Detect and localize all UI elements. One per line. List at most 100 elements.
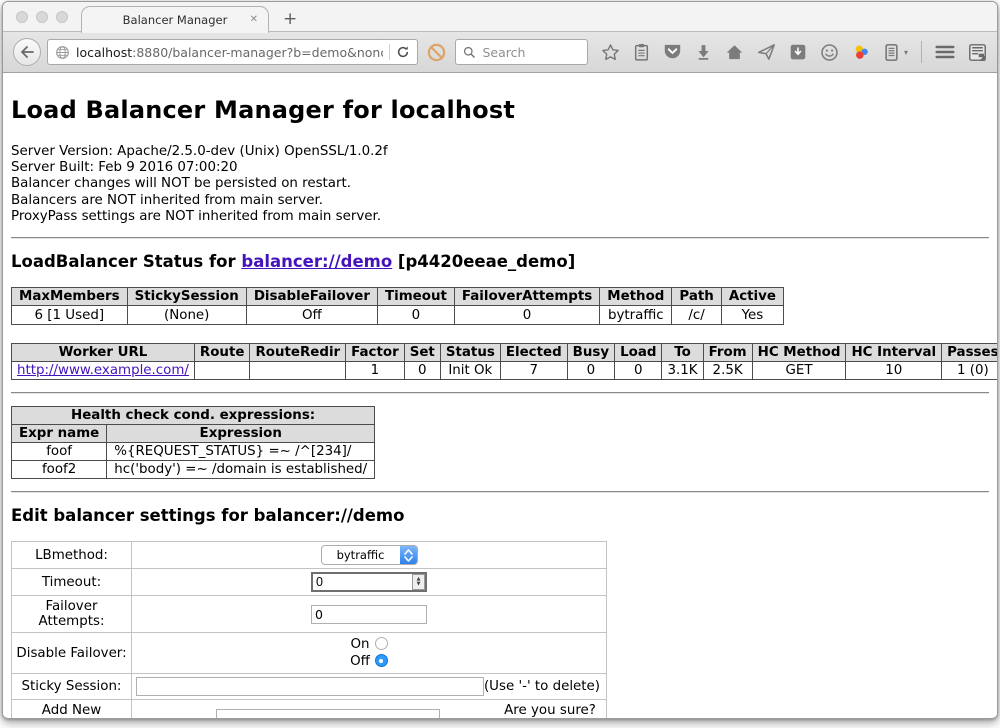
server-built-line: Server Built: Feb 9 2016 07:00:20 <box>11 160 989 176</box>
failover-attempts-row: Failover Attempts: <box>12 596 607 633</box>
edit-settings-heading: Edit balancer settings for balancer://de… <box>11 506 989 525</box>
page-content: Load Balancer Manager for localhost Serv… <box>3 73 997 719</box>
failover-off-label: Off <box>350 654 370 669</box>
search-icon <box>463 46 476 59</box>
column-header: Route <box>194 344 250 362</box>
back-button[interactable] <box>13 38 41 66</box>
lbmethod-selected-value: bytraffic <box>322 546 400 564</box>
tab-balancer-manager[interactable]: Balancer Manager ✕ <box>81 6 269 33</box>
url-path: :8880/balancer-manager?b=demo&nonce=decc… <box>132 45 383 60</box>
failover-attempts-input[interactable] <box>311 605 427 624</box>
sticky-session-row: Sticky Session: (Use '-' to delete) <box>12 674 607 700</box>
page-grid-icon[interactable] <box>968 43 987 62</box>
new-tab-button[interactable]: + <box>283 7 297 31</box>
failover-off-radio[interactable] <box>375 654 388 667</box>
status-heading-suffix: [p4420eeae_demo] <box>392 252 575 271</box>
page-title: Load Balancer Manager for localhost <box>11 96 989 124</box>
column-header: Expression <box>107 425 375 443</box>
column-header: Elected <box>500 344 567 362</box>
reload-icon[interactable] <box>396 45 410 59</box>
status-heading-prefix: LoadBalancer Status for <box>11 252 241 271</box>
table-cell <box>194 362 250 380</box>
add-worker-input[interactable] <box>216 709 440 719</box>
table-cell: 7 <box>500 362 567 380</box>
download-icon[interactable] <box>695 43 712 61</box>
table-cell: http://www.example.com/ <box>12 362 195 380</box>
header-row: Expr nameExpression <box>12 425 375 443</box>
menu-icon[interactable] <box>935 44 955 60</box>
column-header: HC Interval <box>846 344 942 362</box>
table-cell: GET <box>752 362 846 380</box>
server-version-line: Server Version: Apache/2.5.0-dev (Unix) … <box>11 144 989 160</box>
worker-url-link[interactable]: http://www.example.com/ <box>17 363 189 378</box>
sticky-session-input[interactable] <box>136 677 484 696</box>
table-row: foof%{REQUEST_STATUS} =~ /^[234]/ <box>12 443 375 461</box>
tab-close-icon[interactable]: ✕ <box>250 14 258 25</box>
sticky-session-hint: (Use '-' to delete) <box>484 679 602 694</box>
content-blocked-icon[interactable] <box>427 43 446 62</box>
smiley-icon[interactable] <box>820 43 839 62</box>
table-cell <box>250 362 346 380</box>
column-header: Factor <box>346 344 405 362</box>
column-header: MaxMembers <box>12 288 128 306</box>
search-bar[interactable]: Search <box>455 39 588 65</box>
column-header: DisableFailover <box>246 288 377 306</box>
are-you-sure-label: Are you sure? <box>504 703 596 718</box>
column-header: Busy <box>567 344 614 362</box>
add-worker-row: Add New Worker: Are you sure? <box>12 700 607 719</box>
worker-table: Worker URLRouteRouteRedirFactorSetStatus… <box>11 343 997 380</box>
table-cell: 2.5K <box>703 362 752 380</box>
tab-title: Balancer Manager <box>123 13 228 27</box>
table-cell: %{REQUEST_STATUS} =~ /^[234]/ <box>107 443 375 461</box>
column-header: FailoverAttempts <box>454 288 599 306</box>
url-divider <box>389 44 390 60</box>
clipboard-icon[interactable] <box>633 43 650 62</box>
send-icon[interactable] <box>757 43 776 61</box>
divider <box>11 491 989 493</box>
table-cell: foof <box>12 443 107 461</box>
url-bar[interactable]: localhost:8880/balancer-manager?b=demo&n… <box>47 39 418 65</box>
timeout-input[interactable] <box>311 572 427 592</box>
pocket-icon[interactable] <box>663 43 682 61</box>
failover-attempts-label: Failover Attempts: <box>12 596 132 633</box>
column-header: Path <box>672 288 721 306</box>
add-worker-label: Add New Worker: <box>12 700 132 719</box>
dropdown-caret-icon[interactable]: ▾ <box>904 48 908 57</box>
column-header: To <box>662 344 703 362</box>
header-row: Worker URLRouteRouteRedirFactorSetStatus… <box>12 344 998 362</box>
zoom-window-button[interactable] <box>56 11 68 23</box>
failover-on-radio[interactable] <box>375 637 388 650</box>
tab-bar: Balancer Manager ✕ + <box>3 2 997 32</box>
table-cell: bytraffic <box>600 306 672 325</box>
close-window-button[interactable] <box>16 11 28 23</box>
column-header: Worker URL <box>12 344 195 362</box>
screenshot-icon[interactable] <box>789 43 807 61</box>
navigation-toolbar: localhost:8880/balancer-manager?b=demo&n… <box>3 32 997 73</box>
lbmethod-select[interactable]: bytraffic <box>321 545 418 565</box>
colors-icon[interactable] <box>852 43 871 62</box>
column-header: Method <box>600 288 672 306</box>
balancer-demo-link[interactable]: balancer://demo <box>241 252 392 271</box>
toolbar-separator <box>921 41 922 63</box>
table-cell: 0 <box>454 306 599 325</box>
number-spinner-icon[interactable]: ▲▼ <box>412 574 425 590</box>
header-row: MaxMembersStickySessionDisableFailoverTi… <box>12 288 784 306</box>
sticky-session-label: Sticky Session: <box>12 674 132 700</box>
table-cell: 10 <box>846 362 942 380</box>
table-cell: 1 (0) <box>942 362 997 380</box>
search-placeholder: Search <box>482 45 525 60</box>
notes-icon[interactable] <box>884 43 899 62</box>
divider <box>11 237 989 239</box>
table-cell: 0 <box>377 306 454 325</box>
table-cell: 0 <box>404 362 440 380</box>
table-cell: 1 <box>346 362 405 380</box>
url-host: localhost <box>76 45 132 60</box>
inherit-notice-line: Balancers are NOT inherited from main se… <box>11 193 989 209</box>
minimize-window-button[interactable] <box>36 11 48 23</box>
bookmark-star-icon[interactable] <box>601 43 620 62</box>
column-header: Expr name <box>12 425 107 443</box>
home-icon[interactable] <box>725 43 744 61</box>
loadbalancer-status-heading: LoadBalancer Status for balancer://demo … <box>11 252 989 271</box>
select-steppers-icon <box>400 546 417 564</box>
table-cell: hc('body') =~ /domain is established/ <box>107 461 375 479</box>
